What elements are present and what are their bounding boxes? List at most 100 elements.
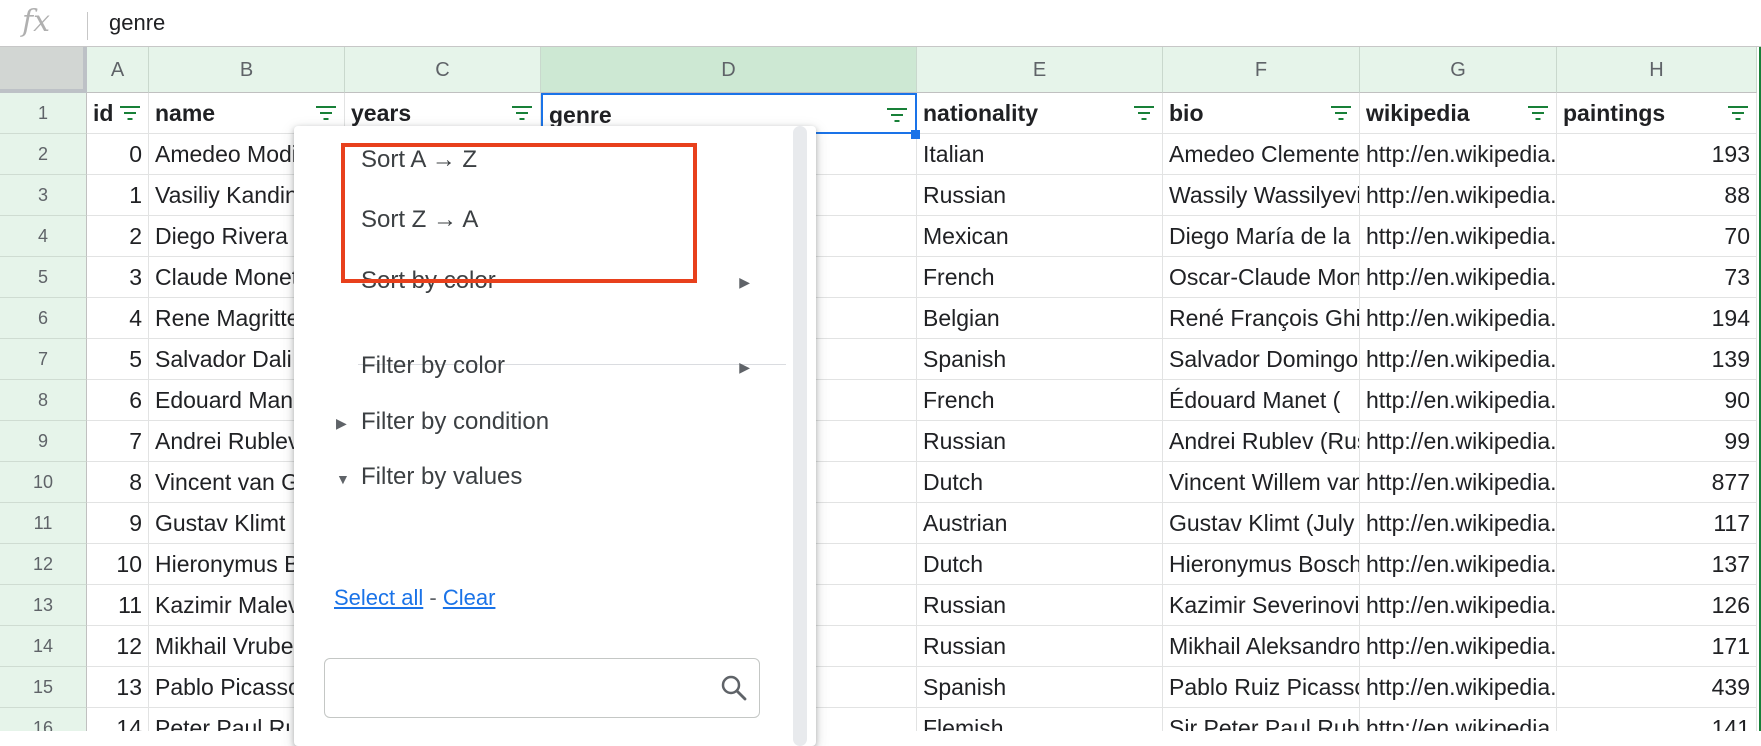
table-cell-nationality[interactable]: Dutch [917, 544, 1163, 585]
table-cell-bio[interactable]: Salvador Domingo [1163, 339, 1360, 380]
table-cell-id[interactable]: 0 [87, 134, 149, 175]
table-cell-wikipedia[interactable]: http://en.wikipedia.org [1360, 134, 1557, 175]
column-header-e[interactable]: E [917, 47, 1163, 93]
row-header[interactable]: 1 [0, 93, 87, 134]
table-cell-id[interactable]: 13 [87, 667, 149, 708]
table-cell-id[interactable]: 9 [87, 503, 149, 544]
table-cell-id[interactable]: 12 [87, 626, 149, 667]
row-header[interactable]: 10 [0, 462, 87, 503]
row-header[interactable]: 3 [0, 175, 87, 216]
table-cell-wikipedia[interactable]: http://en.wikipedia.org [1360, 216, 1557, 257]
table-cell-nationality[interactable]: Flemish [917, 708, 1163, 731]
table-cell-paintings[interactable]: 117 [1557, 503, 1757, 544]
table-cell-paintings[interactable]: 439 [1557, 667, 1757, 708]
table-cell-wikipedia[interactable]: http://en.wikipedia.org [1360, 175, 1557, 216]
row-header[interactable]: 15 [0, 667, 87, 708]
table-cell-bio[interactable]: René François Ghislain [1163, 298, 1360, 339]
table-cell-wikipedia[interactable]: http://en.wikipedia.org [1360, 585, 1557, 626]
selection-handle[interactable] [911, 130, 920, 139]
row-header[interactable]: 11 [0, 503, 87, 544]
table-cell-bio[interactable]: Mikhail Aleksandrovich [1163, 626, 1360, 667]
table-cell-paintings[interactable]: 194 [1557, 298, 1757, 339]
column-header-f[interactable]: F [1163, 47, 1360, 93]
table-cell-id[interactable]: 5 [87, 339, 149, 380]
table-cell-wikipedia[interactable]: http://en.wikipedia.org [1360, 257, 1557, 298]
filter-icon[interactable] [512, 104, 532, 120]
table-cell-nationality[interactable]: Austrian [917, 503, 1163, 544]
column-header-h[interactable]: H [1557, 47, 1757, 93]
row-header[interactable]: 12 [0, 544, 87, 585]
header-cell-wikipedia[interactable]: wikipedia [1360, 93, 1557, 134]
table-cell-paintings[interactable]: 139 [1557, 339, 1757, 380]
row-header[interactable]: 16 [0, 708, 87, 731]
select-all-corner[interactable] [0, 47, 87, 93]
values-search-input[interactable] [324, 658, 760, 718]
row-header[interactable]: 14 [0, 626, 87, 667]
table-cell-nationality[interactable]: Italian [917, 134, 1163, 175]
table-cell-paintings[interactable]: 88 [1557, 175, 1757, 216]
column-header-g[interactable]: G [1360, 47, 1557, 93]
table-cell-bio[interactable]: Pablo Ruiz Picasso [1163, 667, 1360, 708]
filter-icon[interactable] [1134, 104, 1154, 120]
table-cell-paintings[interactable]: 126 [1557, 585, 1757, 626]
filter-icon[interactable] [120, 104, 140, 120]
table-cell-bio[interactable]: Gustav Klimt (July [1163, 503, 1360, 544]
table-cell-nationality[interactable]: French [917, 257, 1163, 298]
table-cell-bio[interactable]: Vincent Willem van [1163, 462, 1360, 503]
column-header-d[interactable]: D [541, 47, 917, 93]
row-header[interactable]: 9 [0, 421, 87, 462]
table-cell-id[interactable]: 2 [87, 216, 149, 257]
table-cell-nationality[interactable]: Spanish [917, 667, 1163, 708]
filter-icon[interactable] [316, 104, 336, 120]
table-cell-nationality[interactable]: Spanish [917, 339, 1163, 380]
table-cell-nationality[interactable]: French [917, 380, 1163, 421]
column-header-b[interactable]: B [149, 47, 345, 93]
row-header[interactable]: 4 [0, 216, 87, 257]
row-header[interactable]: 13 [0, 585, 87, 626]
table-cell-paintings[interactable]: 193 [1557, 134, 1757, 175]
filter-icon[interactable] [887, 106, 907, 122]
formula-input[interactable]: genre [109, 10, 165, 36]
table-cell-nationality[interactable]: Russian [917, 585, 1163, 626]
table-cell-nationality[interactable]: Mexican [917, 216, 1163, 257]
table-cell-bio[interactable]: Diego María de la [1163, 216, 1360, 257]
table-cell-bio[interactable]: Andrei Rublev (Russian [1163, 421, 1360, 462]
row-header[interactable]: 7 [0, 339, 87, 380]
clear-link[interactable]: Clear [443, 585, 496, 610]
table-cell-id[interactable]: 1 [87, 175, 149, 216]
row-header[interactable]: 5 [0, 257, 87, 298]
table-cell-id[interactable]: 6 [87, 380, 149, 421]
table-cell-paintings[interactable]: 141 [1557, 708, 1757, 731]
table-cell-wikipedia[interactable]: http://en.wikipedia.org [1360, 380, 1557, 421]
filter-by-condition-item[interactable]: Filter by condition [361, 408, 549, 436]
table-cell-wikipedia[interactable]: http://en.wikipedia.org [1360, 421, 1557, 462]
table-cell-nationality[interactable]: Dutch [917, 462, 1163, 503]
table-cell-bio[interactable]: Sir Peter Paul Rubens [1163, 708, 1360, 731]
filter-icon[interactable] [1528, 104, 1548, 120]
table-cell-bio[interactable]: Wassily Wassilyevich [1163, 175, 1360, 216]
table-cell-bio[interactable]: Hieronymus Bosch [1163, 544, 1360, 585]
row-header[interactable]: 6 [0, 298, 87, 339]
table-cell-paintings[interactable]: 70 [1557, 216, 1757, 257]
table-cell-id[interactable]: 7 [87, 421, 149, 462]
table-cell-wikipedia[interactable]: http://en.wikipedia.org [1360, 626, 1557, 667]
table-cell-id[interactable]: 11 [87, 585, 149, 626]
table-cell-wikipedia[interactable]: http://en.wikipedia.org [1360, 298, 1557, 339]
table-cell-bio[interactable]: Amedeo Clemente Modigliani [1163, 134, 1360, 175]
table-cell-id[interactable]: 10 [87, 544, 149, 585]
table-cell-wikipedia[interactable]: http://en.wikipedia.org [1360, 339, 1557, 380]
table-cell-wikipedia[interactable]: http://en.wikipedia.org [1360, 708, 1557, 731]
table-cell-wikipedia[interactable]: http://en.wikipedia.org [1360, 503, 1557, 544]
table-cell-id[interactable]: 14 [87, 708, 149, 731]
table-cell-nationality[interactable]: Russian [917, 626, 1163, 667]
menu-scrollbar[interactable] [793, 126, 807, 746]
header-cell-bio[interactable]: bio [1163, 93, 1360, 134]
filter-icon[interactable] [1331, 104, 1351, 120]
table-cell-nationality[interactable]: Russian [917, 175, 1163, 216]
table-cell-paintings[interactable]: 99 [1557, 421, 1757, 462]
filter-by-values-item[interactable]: Filter by values [361, 463, 522, 491]
filter-by-color-item[interactable]: Filter by color [361, 352, 505, 380]
table-cell-paintings[interactable]: 171 [1557, 626, 1757, 667]
table-cell-wikipedia[interactable]: http://en.wikipedia.org [1360, 544, 1557, 585]
select-all-link[interactable]: Select all [334, 585, 423, 610]
